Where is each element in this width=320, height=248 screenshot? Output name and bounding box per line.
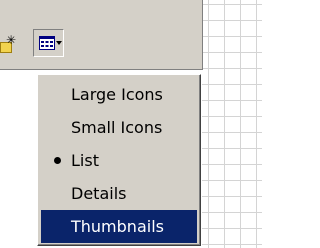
- menu-item-label: Details: [71, 184, 127, 203]
- menu-item-large-icons[interactable]: Large Icons: [41, 78, 197, 111]
- menu-item-list[interactable]: List: [41, 144, 197, 177]
- menu-item-label: Thumbnails: [71, 217, 164, 236]
- menu-item-label: Large Icons: [71, 85, 163, 104]
- menu-item-label: Small Icons: [71, 118, 163, 137]
- menu-item-small-icons[interactable]: Small Icons: [41, 111, 197, 144]
- menu-item-thumbnails[interactable]: Thumbnails: [41, 210, 197, 243]
- sparkle-icon: ✳: [6, 33, 17, 47]
- content-grid-background: [202, 0, 262, 248]
- toolbar-divider: [0, 69, 202, 70]
- menu-item-label: List: [71, 151, 99, 170]
- views-menu: Large Icons Small Icons List Details Thu…: [37, 74, 201, 246]
- views-button[interactable]: [33, 29, 64, 57]
- toolbar: ✳: [0, 0, 203, 70]
- dropdown-arrow-icon[interactable]: [56, 40, 62, 46]
- new-folder-button[interactable]: ✳: [0, 30, 32, 58]
- radio-bullet-icon: [54, 157, 61, 164]
- views-grid-icon: [39, 36, 55, 50]
- menu-item-details[interactable]: Details: [41, 177, 197, 210]
